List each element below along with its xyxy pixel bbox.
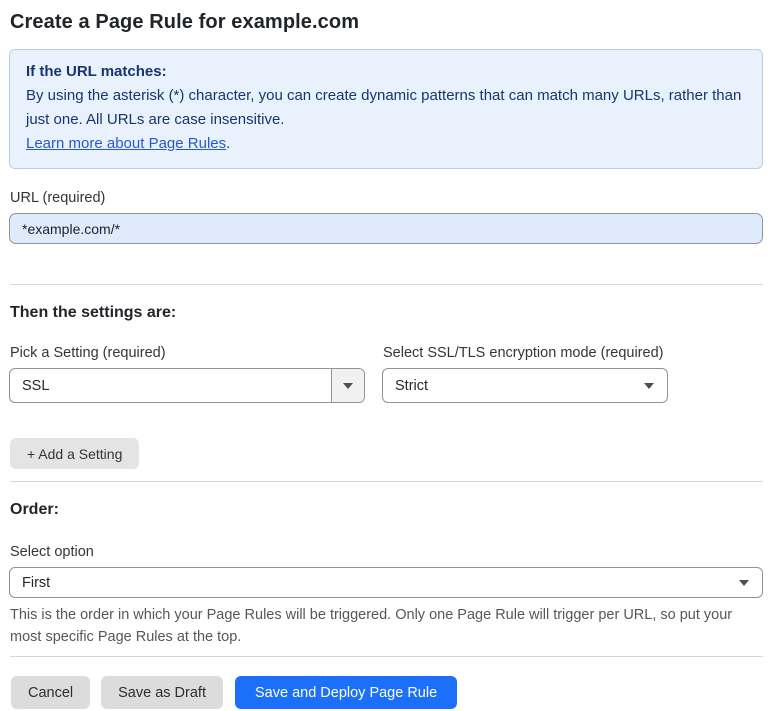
pick-setting-value: SSL xyxy=(22,377,50,394)
settings-row: Pick a Setting (required) SSL Select SSL… xyxy=(9,324,763,403)
settings-section-heading: Then the settings are: xyxy=(10,304,177,321)
save-draft-button[interactable]: Save as Draft xyxy=(101,676,223,709)
url-match-info-box: If the URL matches: By using the asteris… xyxy=(9,49,763,169)
caret-down-icon xyxy=(739,579,749,586)
order-help-text: This is the order in which your Page Rul… xyxy=(10,607,733,645)
learn-more-link[interactable]: Learn more about Page Rules xyxy=(26,135,226,152)
pick-setting-select[interactable]: SSL xyxy=(9,368,365,403)
ssl-mode-value: Strict xyxy=(395,377,429,394)
pick-setting-label: Pick a Setting (required) xyxy=(10,345,166,361)
order-select-label: Select option xyxy=(10,544,94,560)
order-select[interactable]: First xyxy=(9,567,763,598)
url-field-label: URL (required) xyxy=(10,190,106,206)
cancel-button[interactable]: Cancel xyxy=(11,676,91,709)
order-section-heading: Order: xyxy=(10,501,59,518)
caret-down-icon xyxy=(343,382,353,389)
link-suffix: . xyxy=(226,135,231,152)
add-setting-button[interactable]: + Add a Setting xyxy=(10,438,140,469)
ssl-mode-label: Select SSL/TLS encryption mode (required… xyxy=(383,345,664,361)
create-page-rule-form: Create a Page Rule for example.com If th… xyxy=(0,0,772,709)
section-divider xyxy=(10,656,763,657)
pick-setting-caret-button[interactable] xyxy=(331,369,364,402)
section-divider xyxy=(10,284,763,285)
save-deploy-button[interactable]: Save and Deploy Page Rule xyxy=(234,676,458,709)
page-title: Create a Page Rule for example.com xyxy=(10,11,360,33)
info-box-heading: If the URL matches: xyxy=(26,63,167,80)
section-divider xyxy=(10,481,763,482)
url-input[interactable] xyxy=(9,213,763,244)
ssl-mode-column: Select SSL/TLS encryption mode (required… xyxy=(382,324,668,403)
order-select-value: First xyxy=(22,574,51,591)
info-box-link-line: Learn more about Page Rules. xyxy=(26,132,746,156)
pick-setting-column: Pick a Setting (required) SSL xyxy=(9,324,365,403)
caret-down-icon xyxy=(644,382,654,389)
info-box-body: By using the asterisk (*) character, you… xyxy=(26,87,742,128)
order-select-caret xyxy=(739,579,762,586)
footer-actions: Cancel Save as Draft Save and Deploy Pag… xyxy=(11,676,763,709)
ssl-mode-select[interactable]: Strict xyxy=(382,368,668,403)
ssl-mode-caret xyxy=(644,382,667,389)
